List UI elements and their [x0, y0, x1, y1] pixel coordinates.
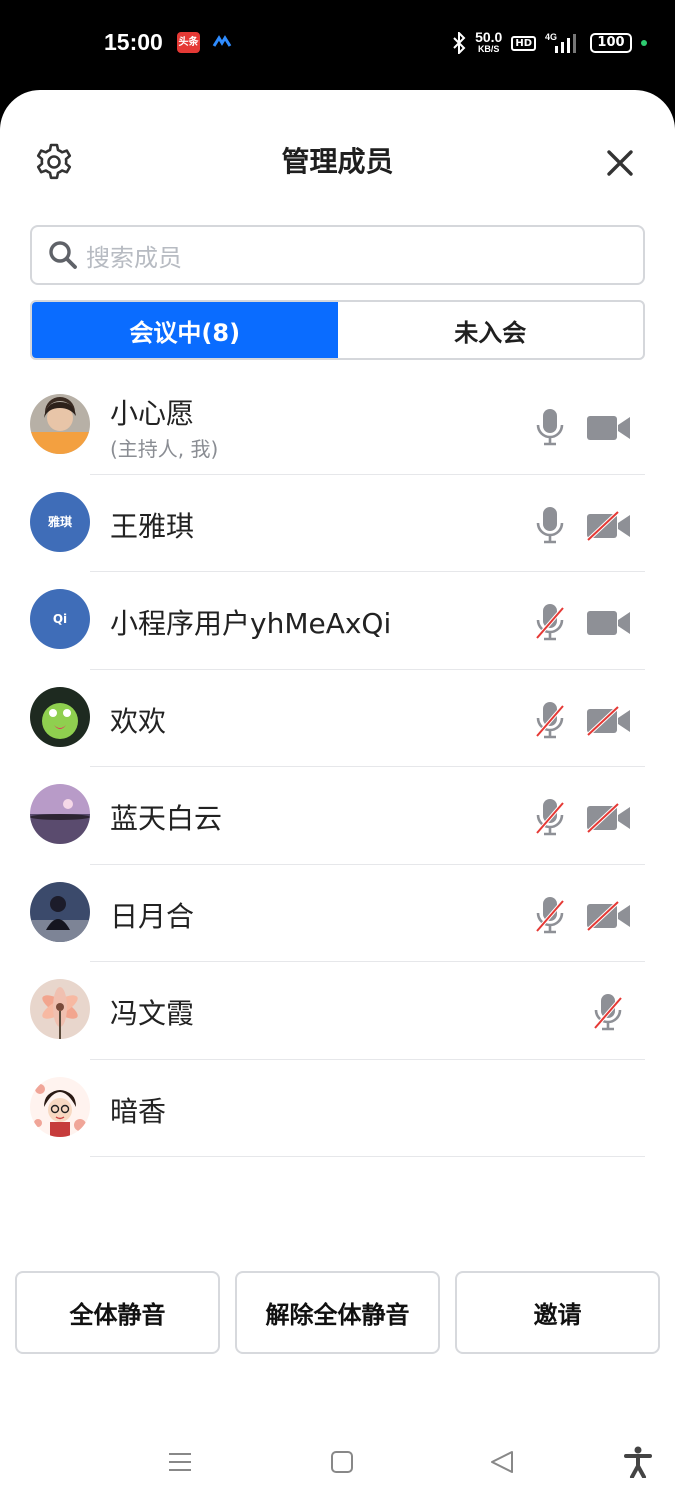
member-row[interactable]: 冯文霞	[0, 962, 675, 1060]
microphone-off-icon[interactable]	[534, 797, 566, 837]
hd-badge: HD	[511, 35, 536, 51]
avatar	[30, 1076, 90, 1137]
search-input[interactable]: 搜索成员	[30, 225, 645, 285]
video-camera-icon[interactable]	[586, 608, 632, 638]
microphone-off-icon[interactable]	[534, 895, 566, 935]
member-name: 暗香	[110, 1094, 167, 1128]
home-icon[interactable]	[330, 1450, 354, 1474]
member-name: 蓝天白云	[110, 802, 223, 835]
network-speed: 50.0 KB/S	[475, 29, 503, 54]
member-name: 王雅琪	[110, 509, 195, 543]
video-camera-off-icon[interactable]	[586, 705, 632, 736]
member-row[interactable]: 日月合	[0, 865, 675, 962]
status-bar: 15:00 头条 50.0 KB/S HD 4G 100	[0, 0, 675, 90]
member-row[interactable]: 暗香	[0, 1060, 675, 1157]
battery-indicator: 100	[590, 33, 632, 53]
video-camera-icon[interactable]	[586, 413, 632, 443]
avatar	[30, 979, 90, 1039]
member-list: 小心愿 (主持人, 我) 雅琪 王雅琪 Qi 小程序用户yhMeAxQi 欢欢 …	[0, 377, 675, 1157]
avatar	[30, 394, 90, 454]
microphone-off-icon[interactable]	[534, 602, 566, 642]
member-role: (主持人, 我)	[110, 437, 219, 461]
svg-text:4G: 4G	[545, 32, 557, 42]
member-name: 小程序用户yhMeAxQi	[110, 607, 392, 640]
avatar: 雅琪	[30, 491, 90, 552]
system-nav-bar	[0, 1430, 675, 1500]
row-divider	[90, 1156, 645, 1157]
bluetooth-icon	[453, 32, 466, 54]
tab-not-joined[interactable]: 未入会	[338, 302, 644, 358]
avatar	[30, 686, 90, 747]
unmute-all-button[interactable]: 解除全体静音	[235, 1271, 440, 1354]
manage-members-sheet: 管理成员 搜索成员 会议中(8) 未入会 小心愿 (主持人, 我) 雅琪 王雅琪…	[0, 90, 675, 1500]
cloud-app-icon	[212, 35, 232, 47]
member-tabs: 会议中(8) 未入会	[30, 300, 645, 360]
back-icon[interactable]	[490, 1450, 514, 1474]
close-icon[interactable]	[602, 145, 638, 181]
mute-all-button[interactable]: 全体静音	[15, 1271, 220, 1354]
menu-icon[interactable]	[168, 1450, 192, 1474]
news-app-icon: 头条	[177, 32, 200, 53]
microphone-off-icon[interactable]	[534, 700, 566, 740]
video-camera-off-icon[interactable]	[586, 803, 632, 833]
member-name: 冯文霞	[110, 997, 195, 1030]
member-row[interactable]: Qi 小程序用户yhMeAxQi	[0, 572, 675, 670]
avatar	[30, 881, 90, 942]
member-row[interactable]: 雅琪 王雅琪	[0, 475, 675, 572]
page-title: 管理成员	[281, 145, 394, 178]
member-name: 日月合	[110, 899, 195, 933]
member-name: 欢欢	[110, 704, 167, 738]
member-row[interactable]: 小心愿 (主持人, 我)	[0, 377, 675, 475]
microphone-icon[interactable]	[534, 505, 566, 545]
search-placeholder: 搜索成员	[86, 243, 182, 272]
status-time: 15:00	[104, 29, 163, 55]
avatar: Qi	[30, 589, 90, 649]
bottom-actions: 全体静音 解除全体静音 邀请	[15, 1271, 660, 1355]
member-name: 小心愿	[110, 397, 195, 430]
avatar	[30, 784, 90, 844]
video-camera-off-icon[interactable]	[586, 510, 632, 541]
video-camera-off-icon[interactable]	[586, 900, 632, 931]
tab-in-meeting[interactable]: 会议中(8)	[32, 302, 338, 358]
member-row[interactable]: 欢欢	[0, 670, 675, 767]
privacy-dot	[641, 40, 647, 46]
member-row[interactable]: 蓝天白云	[0, 767, 675, 865]
accessibility-icon[interactable]	[624, 1446, 652, 1478]
search-icon	[49, 241, 77, 269]
microphone-off-icon[interactable]	[592, 992, 624, 1032]
invite-button[interactable]: 邀请	[455, 1271, 660, 1354]
signal-icon: 4G	[545, 32, 576, 53]
microphone-icon[interactable]	[534, 407, 566, 447]
